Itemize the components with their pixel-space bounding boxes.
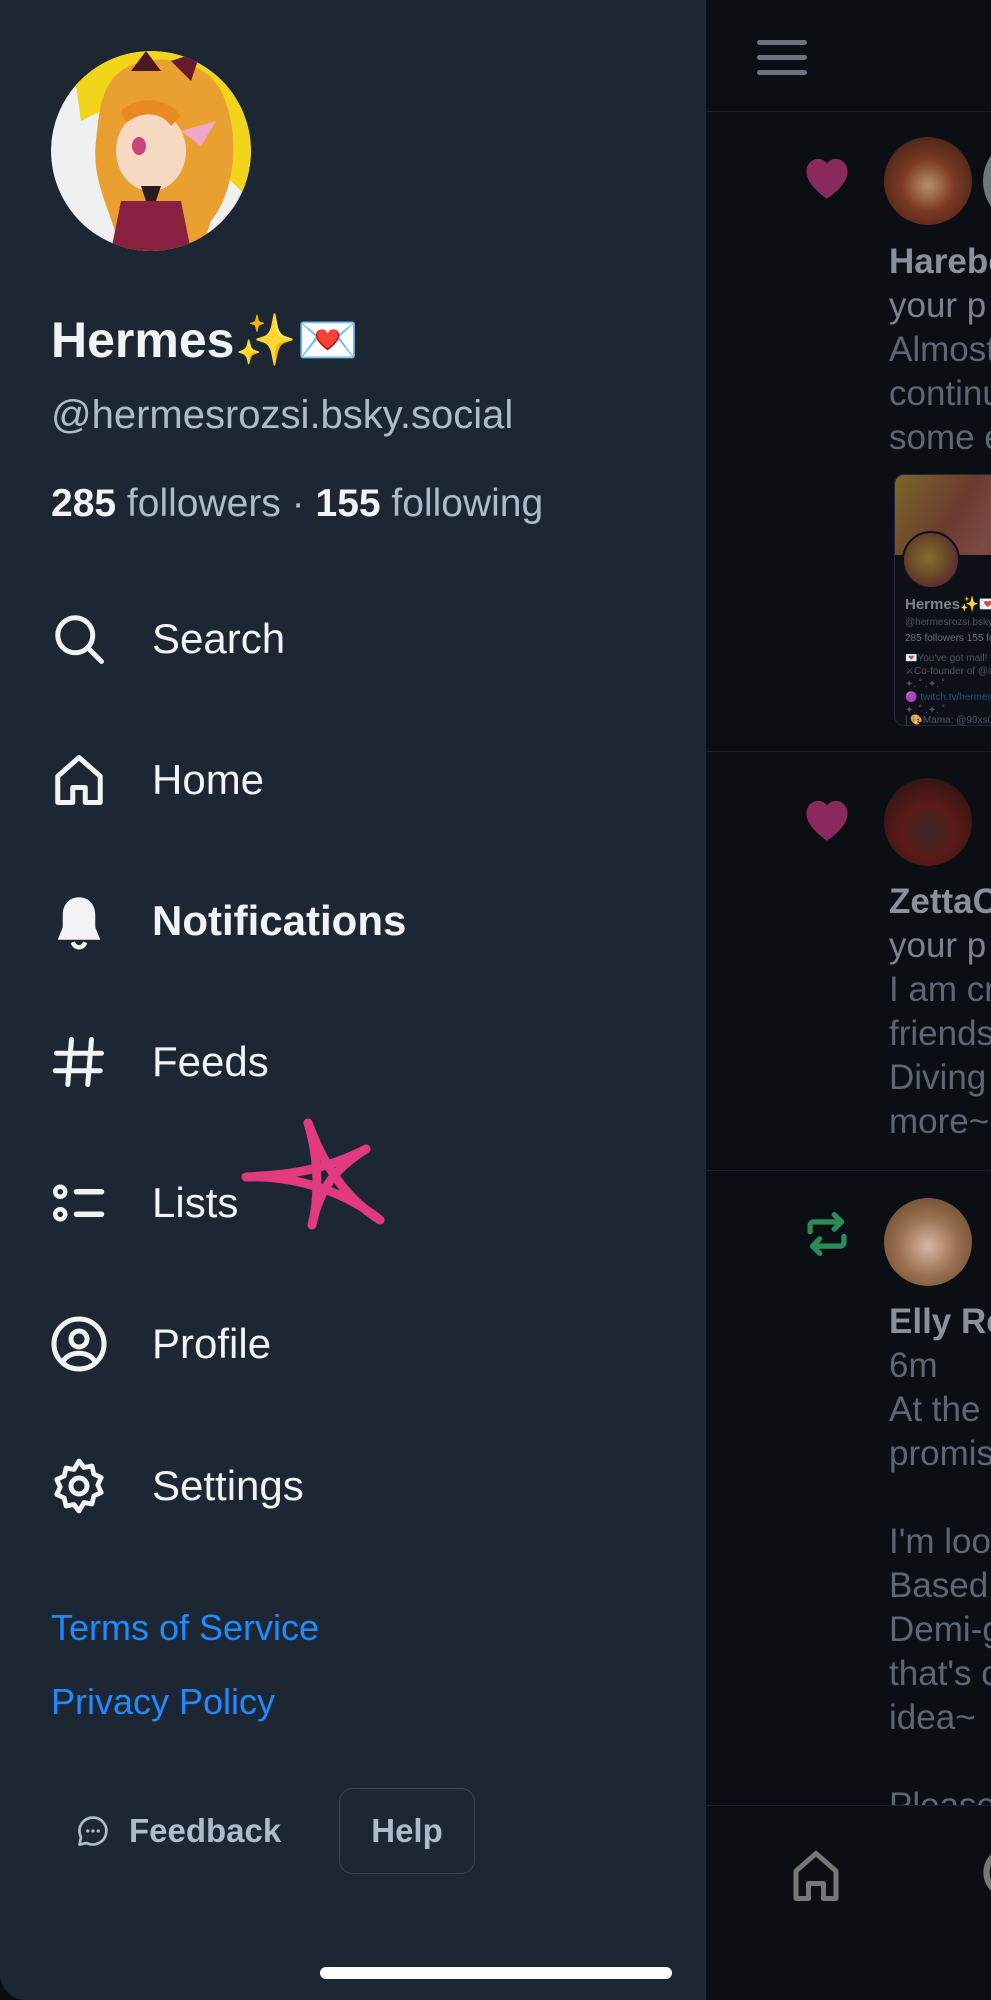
followers-link[interactable]: 285 followers <box>51 482 281 525</box>
notifications-feed-background: Harebe your p Almost continu some e Herm… <box>706 0 991 2000</box>
privacy-policy-link[interactable]: Privacy Policy <box>51 1680 275 1724</box>
post-text-line: friends <box>889 1014 991 1053</box>
chat-bubble-icon <box>78 1816 108 1846</box>
embed-bio-line: ✦. ˚ .✦. ˚ <box>905 679 946 690</box>
menu-item-notifications[interactable]: Notifications <box>48 871 608 971</box>
menu-item-settings[interactable]: Settings <box>48 1436 608 1536</box>
embed-bio-link: 🟣 twitch.tv/hermes <box>905 692 991 703</box>
menu-item-label: Profile <box>152 1320 272 1367</box>
notification-author: Elly Re <box>889 1302 991 1341</box>
menu-item-label: Feeds <box>152 1038 269 1085</box>
follow-stats: 285 followers · 155 following <box>51 478 543 530</box>
following-label: following <box>391 482 544 525</box>
avatar[interactable] <box>983 137 991 225</box>
user-circle-icon <box>48 1313 110 1375</box>
avatar[interactable] <box>884 137 972 225</box>
post-text-line: I'm loo <box>889 1522 991 1561</box>
post-text-line: At the <box>889 1390 981 1429</box>
post-text-line: some e <box>889 418 991 457</box>
item-divider <box>706 1170 991 1171</box>
list-icon <box>48 1172 110 1234</box>
feedback-button[interactable]: Feedback <box>75 1806 281 1856</box>
heart-icon <box>806 158 848 199</box>
embed-handle: @hermesrozsi.bsky. <box>905 617 991 628</box>
followers-label: followers <box>126 482 281 525</box>
home-icon <box>48 749 110 811</box>
stats-separator: · <box>291 482 305 525</box>
following-link[interactable]: 155 following <box>316 482 544 525</box>
hamburger-menu-icon[interactable] <box>757 40 809 78</box>
search-icon[interactable] <box>974 1845 991 1905</box>
notification-action: your p <box>889 926 987 965</box>
avatar-image <box>51 51 251 251</box>
item-divider <box>706 751 991 752</box>
notification-author: Harebe <box>889 242 991 281</box>
bottom-nav-bar <box>706 1805 991 2000</box>
avatar[interactable] <box>884 1198 972 1286</box>
bell-icon <box>48 890 110 952</box>
notification-author: ZettaC <box>889 882 991 921</box>
post-text-line: I am cr <box>889 970 991 1009</box>
post-text-line: that's c <box>889 1654 991 1693</box>
post-time: 6m <box>889 1346 938 1385</box>
avatar[interactable] <box>51 51 251 251</box>
following-count: 155 <box>315 482 381 525</box>
embed-bio-line: 💌You've got mail! H <box>905 653 991 664</box>
menu-item-lists[interactable]: Lists <box>48 1153 608 1253</box>
embed-stats: 285 followers 155 fo <box>905 633 991 644</box>
help-button[interactable]: Help <box>339 1788 475 1874</box>
post-text-line: Almost <box>889 330 991 369</box>
followers-count: 285 <box>51 482 117 525</box>
avatar[interactable] <box>884 778 972 866</box>
menu-item-search[interactable]: Search <box>48 589 608 689</box>
notification-action: your p <box>889 286 987 325</box>
menu-item-profile[interactable]: Profile <box>48 1294 608 1394</box>
post-text-line: promis <box>889 1434 991 1473</box>
header-divider <box>706 111 991 112</box>
terms-of-service-link[interactable]: Terms of Service <box>51 1606 319 1650</box>
post-text-line: continu <box>889 374 991 413</box>
embed-display-name: Hermes✨💌 <box>905 596 991 613</box>
post-text-line: Diving <box>889 1058 987 1097</box>
menu-item-label: Notifications <box>152 897 407 944</box>
home-icon[interactable] <box>786 1845 846 1907</box>
home-indicator[interactable] <box>320 1967 672 1979</box>
menu-item-label: Settings <box>152 1462 304 1509</box>
post-text-line: more~ <box>889 1102 990 1141</box>
post-text-line: Demi-g <box>889 1610 991 1649</box>
search-icon <box>48 608 110 670</box>
post-text-line: idea~ <box>889 1698 976 1737</box>
menu-item-label: Home <box>152 756 265 803</box>
navigation-drawer: Hermes✨💌 @hermesrozsi.bsky.social 285 fo… <box>0 0 706 2000</box>
menu-item-home[interactable]: Home <box>48 730 608 830</box>
heart-icon <box>806 800 848 841</box>
gear-icon <box>48 1455 110 1517</box>
menu-item-label: Search <box>152 615 286 662</box>
hashtag-icon <box>48 1031 110 1093</box>
menu-item-label: Lists <box>152 1179 239 1226</box>
embedded-profile-card[interactable]: Hermes✨💌 @hermesrozsi.bsky. 285 follower… <box>894 474 991 726</box>
menu-item-feeds[interactable]: Feeds <box>48 1012 608 1112</box>
profile-handle: @hermesrozsi.bsky.social <box>51 393 514 437</box>
profile-display-name: Hermes✨💌 <box>51 312 359 368</box>
repost-icon <box>807 1212 847 1256</box>
post-text-line: Based <box>889 1566 989 1605</box>
embed-bio-line: | 🎨Mama: @99xs0c <box>905 715 991 726</box>
feedback-label: Feedback <box>129 1812 282 1849</box>
embed-bio-line: ⚔Co-founder of @a <box>905 666 991 677</box>
avatar <box>902 531 960 589</box>
